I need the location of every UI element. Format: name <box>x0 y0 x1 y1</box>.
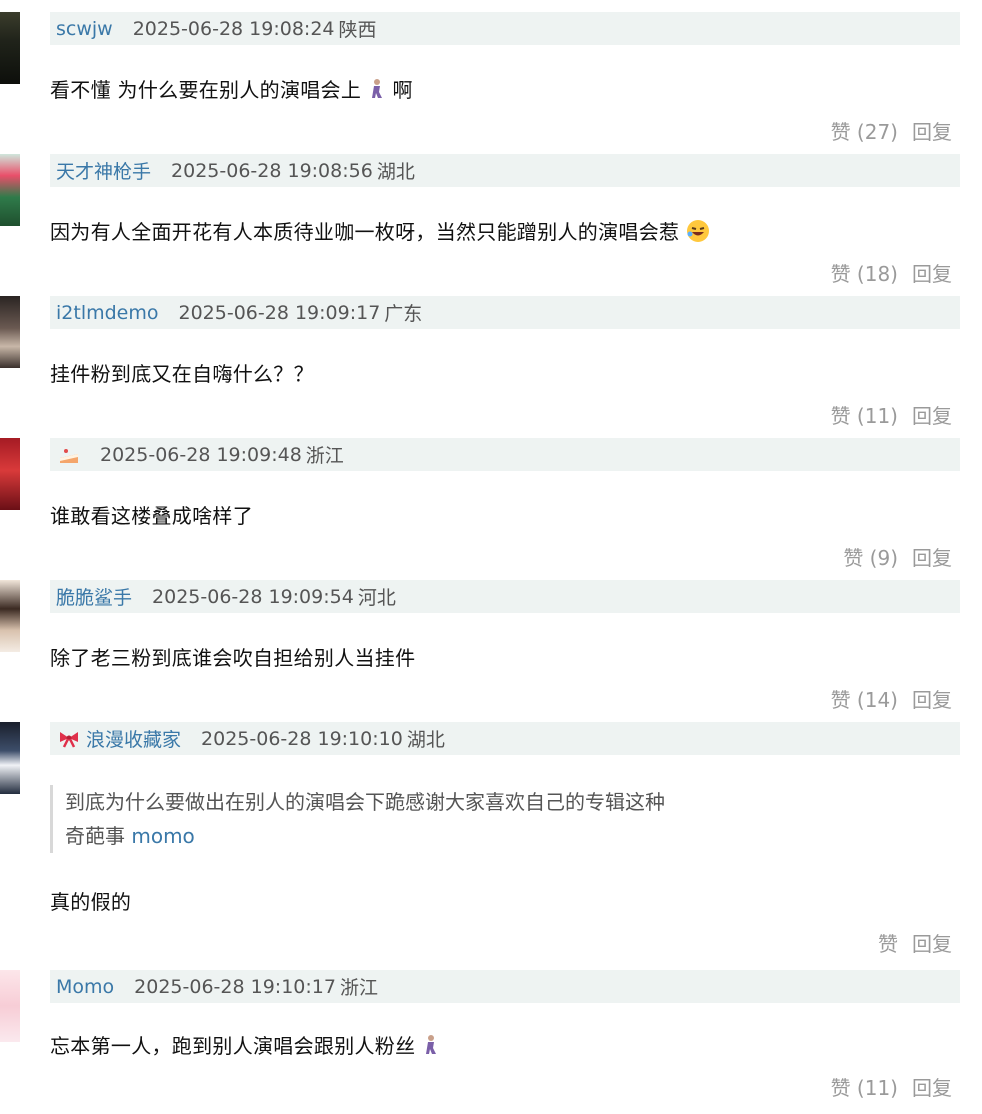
region-label: 浙江 <box>339 977 378 999</box>
avatar[interactable] <box>0 580 20 652</box>
like-button[interactable]: 赞 (14) <box>831 684 898 713</box>
comment-header: i2tlmdemo 2025-06-28 19:09:17 广东 <box>50 296 960 329</box>
reply-button[interactable]: 回复 <box>912 928 952 957</box>
like-button[interactable]: 赞 (18) <box>831 258 898 287</box>
mention-link[interactable]: momo <box>131 824 194 848</box>
username-link[interactable]: 脆脆鲨手 <box>56 583 132 610</box>
avatar[interactable] <box>0 722 20 794</box>
comment-text: 看不懂 为什么要在别人的演唱会上 啊 <box>50 74 413 105</box>
reply-button[interactable]: 回复 <box>912 542 952 571</box>
like-button[interactable]: 赞 <box>878 928 898 957</box>
comment-header: scwjw 2025-06-28 19:08:24 陕西 <box>50 12 960 45</box>
comment-text: 除了老三粉到底谁会吹自担给别人当挂件 <box>50 646 416 670</box>
comment-text: 谁敢看这楼叠成啥样了 <box>50 504 253 528</box>
comment-text: 真的假的 <box>50 890 132 914</box>
reply-button[interactable]: 回复 <box>912 1072 952 1101</box>
like-button[interactable]: 赞 (11) <box>831 1072 898 1101</box>
like-button[interactable]: 赞 (27) <box>831 116 898 145</box>
quoted-comment: 到底为什么要做出在别人的演唱会下跪感谢大家喜欢自己的专辑这种 奇葩事 momo <box>50 785 765 853</box>
comment-text: 因为有人全面开花有人本质待业咖一枚呀，当然只能蹭别人的演唱会惹 <box>50 216 710 248</box>
comment-actions: 赞 (11) 回复 <box>831 400 952 429</box>
comment-actions: 赞 (11) 回复 <box>831 1072 952 1101</box>
comment-text: 忘本第一人，跑到别人演唱会跟别人粉丝 <box>50 1030 440 1061</box>
username-link[interactable]: scwjw <box>56 18 113 40</box>
avatar[interactable] <box>0 154 20 226</box>
comment-actions: 赞 (18) 回复 <box>831 258 952 287</box>
timestamp: 2025-06-28 19:09:17 <box>178 301 381 324</box>
ribbon-icon <box>58 730 80 748</box>
cake-icon <box>58 445 80 465</box>
comment-header: 脆脆鲨手 2025-06-28 19:09:54 河北 <box>50 580 960 613</box>
avatar[interactable] <box>0 296 20 368</box>
username-link[interactable]: 天才神枪手 <box>56 157 151 184</box>
username-link[interactable]: i2tlmdemo <box>56 302 159 324</box>
comment-header: 2025-06-28 19:09:48 浙江 <box>50 438 960 471</box>
timestamp: 2025-06-28 19:10:10 <box>201 727 403 750</box>
reply-button[interactable]: 回复 <box>912 116 952 145</box>
kneeling-person-icon <box>422 1034 440 1061</box>
reply-button[interactable]: 回复 <box>912 258 952 287</box>
comment-actions: 赞 (9) 回复 <box>843 542 952 571</box>
avatar[interactable] <box>0 12 20 84</box>
timestamp: 2025-06-28 19:08:56 <box>171 159 373 182</box>
reply-button[interactable]: 回复 <box>912 400 952 429</box>
username-link[interactable]: Momo <box>56 976 114 998</box>
region-label: 陕西 <box>338 19 377 41</box>
avatar[interactable] <box>0 438 20 510</box>
like-button[interactable]: 赞 (9) <box>843 542 898 571</box>
comment-text: 挂件粉到底又在自嗨什么？？ <box>50 362 314 386</box>
comment-actions: 赞 (27) 回复 <box>831 116 952 145</box>
region-label: 湖北 <box>376 161 415 183</box>
region-label: 河北 <box>357 587 396 609</box>
laughing-face-icon <box>686 219 710 248</box>
comment-actions: 赞 回复 <box>878 928 952 957</box>
comment-header: Momo 2025-06-28 19:10:17 浙江 <box>50 970 960 1003</box>
avatar[interactable] <box>0 970 20 1042</box>
username-link[interactable]: 浪漫收藏家 <box>86 725 181 752</box>
kneeling-person-icon <box>368 78 386 105</box>
region-label: 浙江 <box>305 445 344 467</box>
comment-header: 浪漫收藏家 2025-06-28 19:10:10 湖北 <box>50 722 960 755</box>
reply-button[interactable]: 回复 <box>912 684 952 713</box>
like-button[interactable]: 赞 (11) <box>831 400 898 429</box>
region-label: 广东 <box>384 303 423 325</box>
comment-actions: 赞 (14) 回复 <box>831 684 952 713</box>
timestamp: 2025-06-28 19:08:24 <box>132 17 335 40</box>
region-label: 湖北 <box>406 729 445 751</box>
timestamp: 2025-06-28 19:09:48 <box>100 443 302 466</box>
timestamp: 2025-06-28 19:09:54 <box>152 585 354 608</box>
timestamp: 2025-06-28 19:10:17 <box>134 975 336 998</box>
comment-header: 天才神枪手 2025-06-28 19:08:56 湖北 <box>50 154 960 187</box>
